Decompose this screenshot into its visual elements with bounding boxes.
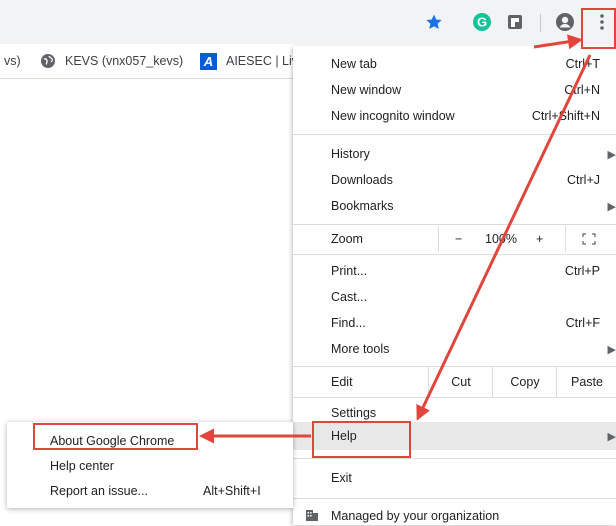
bookmark-label: AIESEC | Liv [226,54,299,68]
zoom-in-button[interactable]: + [536,226,543,252]
menu-item-downloads[interactable]: Downloads Ctrl+J [293,167,616,193]
edit-copy-label: Copy [510,375,540,389]
menu-item-label: Zoom [331,232,363,246]
menu-item-label: Exit [331,471,352,485]
menu-item-label: Downloads [331,173,393,187]
submenu-arrow-icon: ▶ [607,148,616,161]
menu-item-label: Edit [331,375,353,389]
submenu-arrow-icon: ▶ [607,343,616,356]
menu-item-exit[interactable]: Exit [293,465,616,491]
browser-toolbar: G [0,0,616,44]
star-icon[interactable] [424,12,444,32]
submenu-arrow-icon: ▶ [607,430,616,443]
menu-item-label: New tab [331,57,377,71]
menu-separator [293,458,616,459]
business-icon [305,508,319,525]
menu-item-new-incognito[interactable]: New incognito window Ctrl+Shift+N [293,103,616,129]
managed-by-org[interactable]: Managed by your organization [293,506,616,526]
bookmark-kevs[interactable]: KEVS (vnx057_kevs) [40,44,183,78]
submenu-item-label: Report an issue... [50,484,148,498]
menu-item-label: Bookmarks [331,199,394,213]
menu-item-label: Print... [331,264,368,278]
menu-separator [293,498,616,499]
menu-item-zoom: Zoom − 100% + [293,226,616,252]
address-bar[interactable] [0,6,468,38]
toolbar-divider [540,14,541,32]
menu-item-new-window[interactable]: New window Ctrl+N [293,77,616,103]
bookmark-partial[interactable]: vs) [4,44,21,78]
menu-item-label: Settings [331,406,377,420]
account-icon[interactable] [555,12,575,32]
edit-paste-button[interactable]: Paste [556,367,616,397]
edit-paste-label: Paste [571,375,603,389]
zoom-out-button[interactable]: − [455,226,462,252]
menu-item-bookmarks[interactable]: Bookmarks ▶ [293,193,616,219]
annotation-box-about [33,423,198,450]
menu-separator [293,224,616,225]
annotation-box-menu-button [581,8,616,49]
menu-separator [293,397,616,398]
menu-item-print[interactable]: Print... Ctrl+P [293,258,616,284]
submenu-item-label: Help center [50,459,114,473]
zoom-divider [565,226,566,252]
menu-item-shortcut: Ctrl+P [564,264,600,278]
extension-icon[interactable] [505,12,525,32]
menu-item-shortcut: Ctrl+F [565,316,600,330]
menu-separator [293,134,616,135]
menu-item-label: Find... [331,316,366,330]
menu-item-edit: Edit Cut Copy Paste [293,367,616,397]
zoom-level: 100% [485,232,517,246]
menu-item-more-tools[interactable]: More tools ▶ [293,336,616,362]
menu-item-find[interactable]: Find... Ctrl+F [293,310,616,336]
menu-item-cast[interactable]: Cast... [293,284,616,310]
menu-separator [293,254,616,255]
submenu-arrow-icon: ▶ [607,200,616,213]
menu-item-new-tab[interactable]: New tab Ctrl+T [293,51,616,77]
menu-item-label: Cast... [331,290,368,304]
edit-cut-button[interactable]: Cut [428,367,493,397]
menu-item-label: New window [331,83,402,97]
managed-label: Managed by your organization [331,509,500,523]
bookmark-label: vs) [4,54,21,68]
aiesec-icon: A [200,52,217,70]
menu-item-shortcut: Ctrl+Shift+N [531,109,600,123]
menu-item-label: More tools [331,342,390,356]
menu-item-shortcut: Ctrl+J [567,173,600,187]
submenu-item-shortcut: Alt+Shift+I [203,484,261,498]
menu-item-shortcut: Ctrl+T [565,57,600,71]
menu-item-label: History [331,147,370,161]
edit-copy-button[interactable]: Copy [492,367,557,397]
zoom-divider [438,226,439,252]
submenu-item-report-issue[interactable]: Report an issue... Alt+Shift+I [7,480,293,502]
edit-cut-label: Cut [451,375,471,389]
bookmark-label: KEVS (vnx057_kevs) [65,54,184,68]
grammarly-letter: G [477,15,487,30]
submenu-item-help-center[interactable]: Help center [7,455,293,477]
menu-item-history[interactable]: History ▶ [293,141,616,167]
menu-item-label: New incognito window [331,109,455,123]
annotation-box-help [312,421,411,458]
globe-icon [41,54,55,68]
fullscreen-icon[interactable] [582,226,596,252]
grammarly-icon[interactable]: G [472,12,492,32]
menu-item-shortcut: Ctrl+N [564,83,600,97]
bookmark-aiesec[interactable]: A AIESEC | Liv [200,44,298,78]
